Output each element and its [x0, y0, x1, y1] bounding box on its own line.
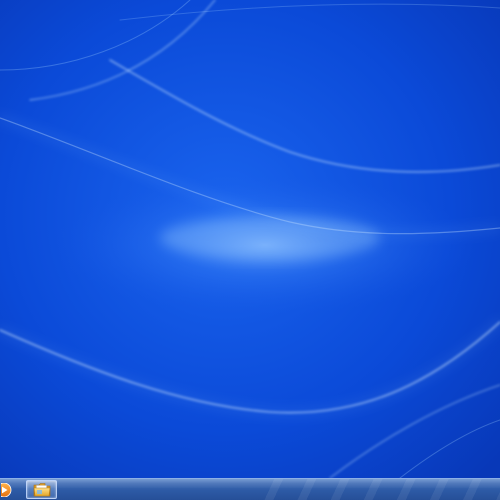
wallpaper-highlight	[160, 216, 380, 260]
wallpaper	[0, 0, 500, 478]
media-player-icon	[1, 482, 12, 497]
media-player-button[interactable]	[0, 480, 14, 499]
taskbar	[0, 478, 500, 500]
explorer-button[interactable]	[26, 480, 57, 499]
folder-icon	[33, 483, 50, 497]
taskbar-sheen	[0, 479, 500, 488]
taskbar-stripes	[250, 479, 500, 500]
desktop[interactable]	[0, 0, 500, 478]
